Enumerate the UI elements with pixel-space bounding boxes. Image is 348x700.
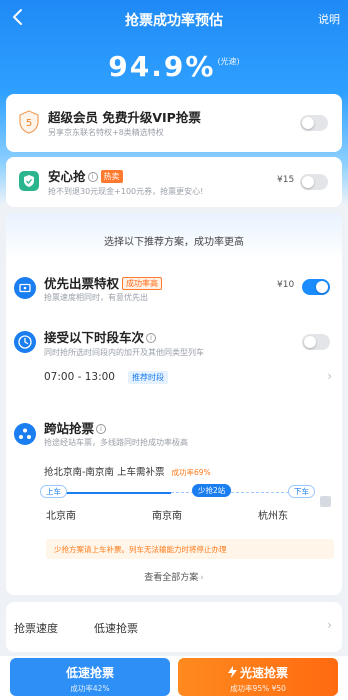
success-rate-display: 94.9% (光速)	[0, 50, 348, 83]
info-icon[interactable]: i	[96, 424, 107, 434]
speed-label: 抢票速度	[14, 622, 58, 635]
priority-subtitle: 抢票速度相同时，有意优先出	[44, 293, 148, 302]
hot-badge: 热卖	[100, 170, 123, 183]
anxin-title: 安心抢 i 热卖	[48, 166, 123, 185]
shield-icon	[18, 170, 40, 192]
board-tag: 上车	[40, 485, 67, 498]
cross-plan-rate: 成功率69%	[171, 468, 211, 477]
anxin-price: ¥15	[277, 175, 295, 185]
view-all-plans-link[interactable]: 查看全部方案 ›	[6, 570, 342, 583]
ticket-icon	[14, 277, 36, 299]
recommend-card: 选择以下推荐方案，成功率更高 优先出票特权 成功率高 抢票速度相同时，有意优先出 …	[6, 213, 342, 595]
station-board: 北京南	[46, 511, 76, 522]
speed-value: 低速抢票	[94, 622, 138, 635]
priority-title: 优先出票特权 成功率高	[44, 273, 163, 292]
vip-toggle[interactable]	[300, 115, 328, 131]
speed-row[interactable]: 抢票速度 低速抢票 ›	[6, 602, 342, 652]
alight-tag: 下车	[288, 485, 315, 498]
top-bar: 抢票成功率预估 说明	[0, 0, 348, 36]
low-speed-button[interactable]: 低速抢票 成功率42%	[10, 658, 170, 696]
cross-title-text: 跨站抢票	[44, 421, 95, 436]
low-speed-label: 低速抢票	[65, 666, 114, 680]
clock-icon	[14, 331, 36, 353]
station-mid: 南京南	[152, 511, 182, 522]
cross-station-icon	[14, 423, 36, 445]
time-slot-title: 接受以下时段车次 i	[44, 327, 157, 346]
anxin-subtitle: 抢不到退30元现金+100元券，抢票更安心!	[48, 187, 204, 196]
vip-subtitle: 另享京东联名特权+8类精选特权	[48, 128, 164, 137]
priority-title-text: 优先出票特权	[44, 276, 120, 291]
cross-notice: 少抢方案请上车补票。列车无法输能力时将停止办理	[46, 539, 334, 559]
chevron-right-icon: ›	[327, 618, 332, 632]
view-all-label: 查看全部方案	[144, 573, 199, 583]
time-slot-title-text: 接受以下时段车次	[44, 330, 145, 345]
time-range-row[interactable]: 07:00 - 13:00 推荐时段 ›	[44, 368, 332, 388]
vip-title: 超级会员 免费升级VIP抢票	[48, 110, 201, 125]
time-range-value: 07:00 - 13:00	[44, 371, 115, 383]
svg-text:5: 5	[26, 118, 32, 129]
station-alight: 杭州东	[258, 511, 288, 522]
info-icon[interactable]: i	[146, 333, 157, 343]
recommended-slot-tag: 推荐时段	[128, 371, 168, 384]
explain-link[interactable]: 说明	[318, 11, 340, 27]
fast-speed-rate: 成功率95% ¥50	[230, 684, 286, 693]
time-slot-subtitle: 同时抢所选时间段内的加开及其他同类型列车	[44, 348, 204, 357]
success-rate-tag: (光速)	[217, 57, 240, 66]
cross-plan[interactable]: 抢北京南-南京南 上车需补票 成功率69%	[44, 464, 211, 478]
cross-title: 跨站抢票 i	[44, 418, 107, 437]
lightning-icon	[227, 666, 237, 678]
vip-upgrade-card[interactable]: 5 超级会员 免费升级VIP抢票 另享京东联名特权+8类精选特权	[6, 94, 342, 152]
chevron-right-icon: ›	[200, 573, 204, 583]
anxin-toggle[interactable]	[300, 174, 328, 190]
cross-plan-text: 抢北京南-南京南 上车需补票	[44, 467, 165, 478]
fast-speed-button[interactable]: 光速抢票 成功率95% ¥50	[178, 658, 338, 696]
low-speed-rate: 成功率42%	[70, 684, 110, 693]
time-slot-toggle[interactable]	[302, 334, 330, 350]
success-rate-value: 94.9%	[108, 50, 216, 83]
recommend-heading: 选择以下推荐方案，成功率更高	[104, 237, 244, 248]
vip-badge-icon: 5	[18, 110, 40, 134]
anxin-card[interactable]: 安心抢 i 热卖 抢不到退30元现金+100元券，抢票更安心! ¥15	[6, 157, 342, 207]
share-icon[interactable]	[320, 496, 331, 507]
info-icon[interactable]: i	[87, 172, 98, 182]
page-title: 抢票成功率预估	[125, 13, 223, 29]
cross-subtitle: 抢途经站车票，多线路同时抢成功率极高	[44, 438, 188, 447]
priority-toggle[interactable]	[302, 279, 330, 295]
priority-price: ¥10	[277, 280, 295, 290]
high-rate-badge: 成功率高	[122, 277, 163, 290]
chevron-right-icon: ›	[327, 369, 332, 383]
skip-stations-tag: 少抢2站	[192, 484, 232, 497]
anxin-title-text: 安心抢	[48, 169, 86, 184]
fast-speed-title: 光速抢票	[178, 664, 338, 681]
fast-speed-label: 光速抢票	[239, 666, 288, 680]
